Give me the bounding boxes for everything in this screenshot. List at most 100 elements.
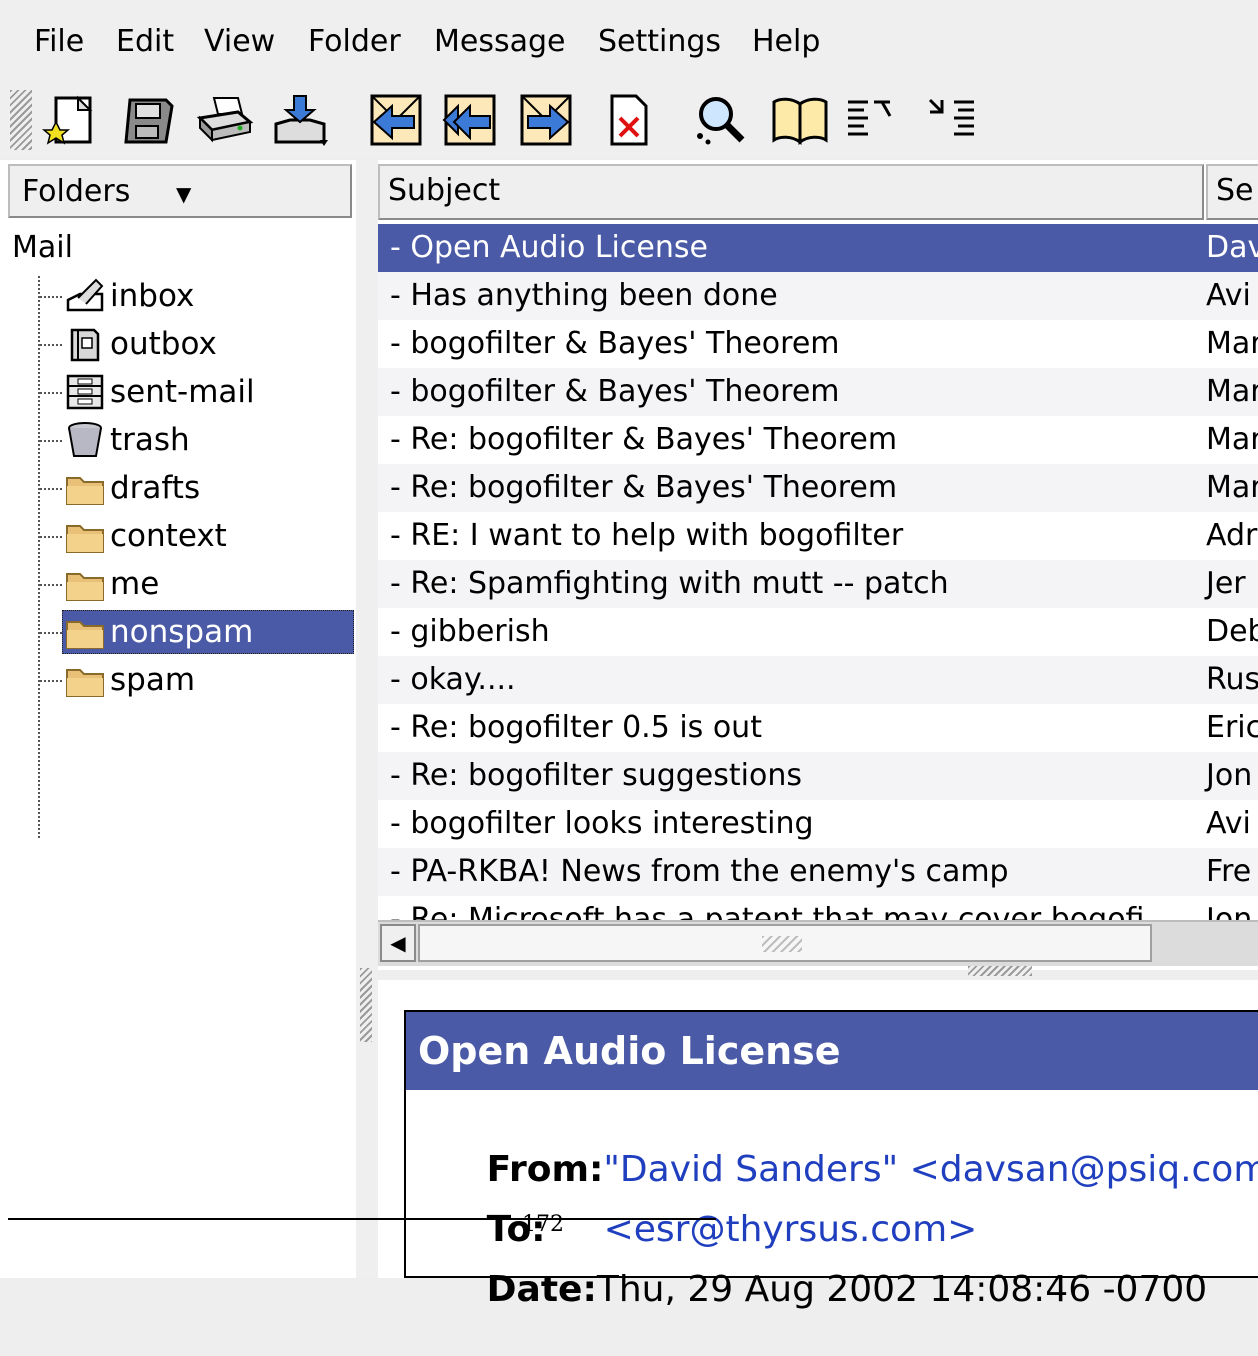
check-mail-icon — [274, 95, 328, 146]
folder-label: sent-mail — [110, 374, 255, 410]
forward-button[interactable] — [516, 90, 576, 150]
folder-icon — [66, 477, 104, 505]
folder-trash[interactable]: trash — [40, 418, 354, 462]
message-sender: Deb — [1206, 614, 1258, 649]
search-icon — [697, 97, 745, 145]
menu-folder[interactable]: Folder — [308, 24, 401, 60]
scroll-left-button[interactable]: ◀ — [380, 924, 416, 962]
message-row[interactable]: - gibberish Deb — [378, 608, 1258, 656]
folder-spam[interactable]: spam — [40, 658, 354, 702]
folder-drafts[interactable]: drafts — [40, 466, 354, 510]
reply-button[interactable] — [366, 90, 426, 150]
address-book-button[interactable] — [770, 90, 830, 150]
chevron-down-icon: ▼ — [176, 182, 192, 206]
reply-all-button[interactable] — [440, 90, 500, 150]
folder-sent-mail[interactable]: sent-mail — [40, 370, 354, 414]
date-label: Date: — [486, 1269, 597, 1310]
message-sender: Jer — [1206, 566, 1246, 601]
folder-context[interactable]: context — [40, 514, 354, 558]
folder-label: me — [110, 566, 160, 602]
folder-label: spam — [110, 662, 196, 698]
preview-subject: Open Audio License — [406, 1012, 1258, 1090]
message-sender: Adr — [1206, 518, 1258, 553]
folder-label: inbox — [110, 278, 195, 314]
message-sender: Avi — [1206, 806, 1251, 841]
message-subject: - gibberish — [390, 614, 550, 649]
message-subject: - Re: bogofilter suggestions — [390, 758, 802, 793]
message-row[interactable]: - Has anything been done Avi — [378, 272, 1258, 320]
message-row[interactable]: - bogofilter & Bayes' Theorem Mar — [378, 320, 1258, 368]
message-subject: - Re: Spamfighting with mutt -- patch — [390, 566, 949, 601]
inbox-icon — [66, 278, 104, 312]
message-row[interactable]: - RE: I want to help with bogofilter Adr — [378, 512, 1258, 560]
message-subject: - RE: I want to help with bogofilter — [390, 518, 904, 553]
message-sender: Rus — [1206, 662, 1258, 697]
message-subject: - okay.... — [390, 662, 516, 697]
message-row[interactable]: - PA-RKBA! News from the enemy's camp Fre — [378, 848, 1258, 896]
previous-unread-button[interactable] — [840, 90, 900, 150]
message-sender: Jon — [1206, 758, 1253, 793]
column-header-sender[interactable]: Se — [1206, 164, 1258, 220]
new-message-button[interactable] — [42, 90, 102, 150]
menu-settings[interactable]: Settings — [598, 24, 721, 60]
message-row[interactable]: - okay.... Rus — [378, 656, 1258, 704]
forward-icon — [520, 94, 572, 146]
save-button[interactable] — [118, 90, 178, 150]
pane-splitter[interactable] — [356, 160, 378, 1278]
check-mail-button[interactable] — [270, 90, 330, 150]
menubar: File Edit View Folder Message Settings H… — [0, 0, 1258, 84]
folder-icon — [66, 573, 104, 601]
new-message-icon — [42, 95, 93, 145]
search-button[interactable] — [690, 90, 750, 150]
folder-label: trash — [110, 422, 190, 458]
folder-inbox[interactable]: inbox — [40, 274, 354, 318]
folders-header[interactable]: Folders ▼ — [8, 164, 352, 218]
message-preview: Open Audio License From:"David Sanders" … — [378, 980, 1258, 1310]
scrollbar-thumb[interactable] — [418, 924, 1152, 962]
message-row[interactable]: - Re: bogofilter 0.5 is out Eric — [378, 704, 1258, 752]
folder-label: drafts — [110, 470, 201, 506]
folder-label: nonspam — [110, 614, 254, 650]
sent-mail-icon — [66, 374, 104, 410]
message-row[interactable]: - Open Audio License Dav — [378, 224, 1258, 272]
horizontal-splitter-grip[interactable] — [968, 966, 1032, 976]
message-row[interactable]: - Re: bogofilter & Bayes' Theorem Mar — [378, 464, 1258, 512]
message-row[interactable]: - Re: bogofilter suggestions Jon — [378, 752, 1258, 800]
folder-me[interactable]: me — [40, 562, 354, 606]
splitter-grip[interactable] — [360, 968, 372, 1042]
message-sender: Mar — [1206, 422, 1258, 457]
next-unread-button[interactable] — [922, 90, 982, 150]
message-list: Subject Se - Open Audio License Dav - Has … — [378, 160, 1258, 970]
column-header-subject[interactable]: Subject — [378, 164, 1204, 220]
outbox-icon — [70, 328, 100, 362]
message-subject: - PA-RKBA! News from the enemy's camp — [390, 854, 1009, 889]
message-sender: Mar — [1206, 470, 1258, 505]
folder-outbox[interactable]: outbox — [40, 322, 354, 366]
delete-button[interactable] — [598, 90, 658, 150]
horizontal-scrollbar[interactable]: ◀ — [378, 920, 1258, 966]
menu-file[interactable]: File — [34, 24, 84, 60]
message-row[interactable]: - Re: Spamfighting with mutt -- patch Jer — [378, 560, 1258, 608]
tree-root-mail[interactable]: Mail — [12, 230, 73, 265]
message-row[interactable]: - bogofilter looks interesting Avi — [378, 800, 1258, 848]
message-subject: - Open Audio License — [390, 230, 708, 265]
next-unread-icon — [928, 98, 974, 136]
reply-icon — [370, 94, 422, 146]
message-subject: - Re: bogofilter 0.5 is out — [390, 710, 762, 745]
print-button[interactable] — [194, 90, 254, 150]
menu-edit[interactable]: Edit — [116, 24, 174, 60]
message-sender: Eric — [1206, 710, 1258, 745]
toolbar-grip[interactable] — [10, 90, 32, 150]
message-sender: Avi — [1206, 278, 1251, 313]
delete-icon — [610, 94, 648, 146]
page-number: 172 — [522, 1212, 564, 1237]
address-book-icon — [772, 97, 828, 145]
menu-help[interactable]: Help — [752, 24, 820, 60]
message-row[interactable]: - Re: bogofilter & Bayes' Theorem Mar — [378, 416, 1258, 464]
message-row[interactable]: - bogofilter & Bayes' Theorem Mar — [378, 368, 1258, 416]
menu-message[interactable]: Message — [434, 24, 565, 60]
folder-icon — [66, 669, 104, 697]
folder-nonspam[interactable]: nonspam — [40, 610, 354, 654]
menu-view[interactable]: View — [204, 24, 275, 60]
preview-box: Open Audio License From:"David Sanders" … — [404, 1010, 1258, 1310]
